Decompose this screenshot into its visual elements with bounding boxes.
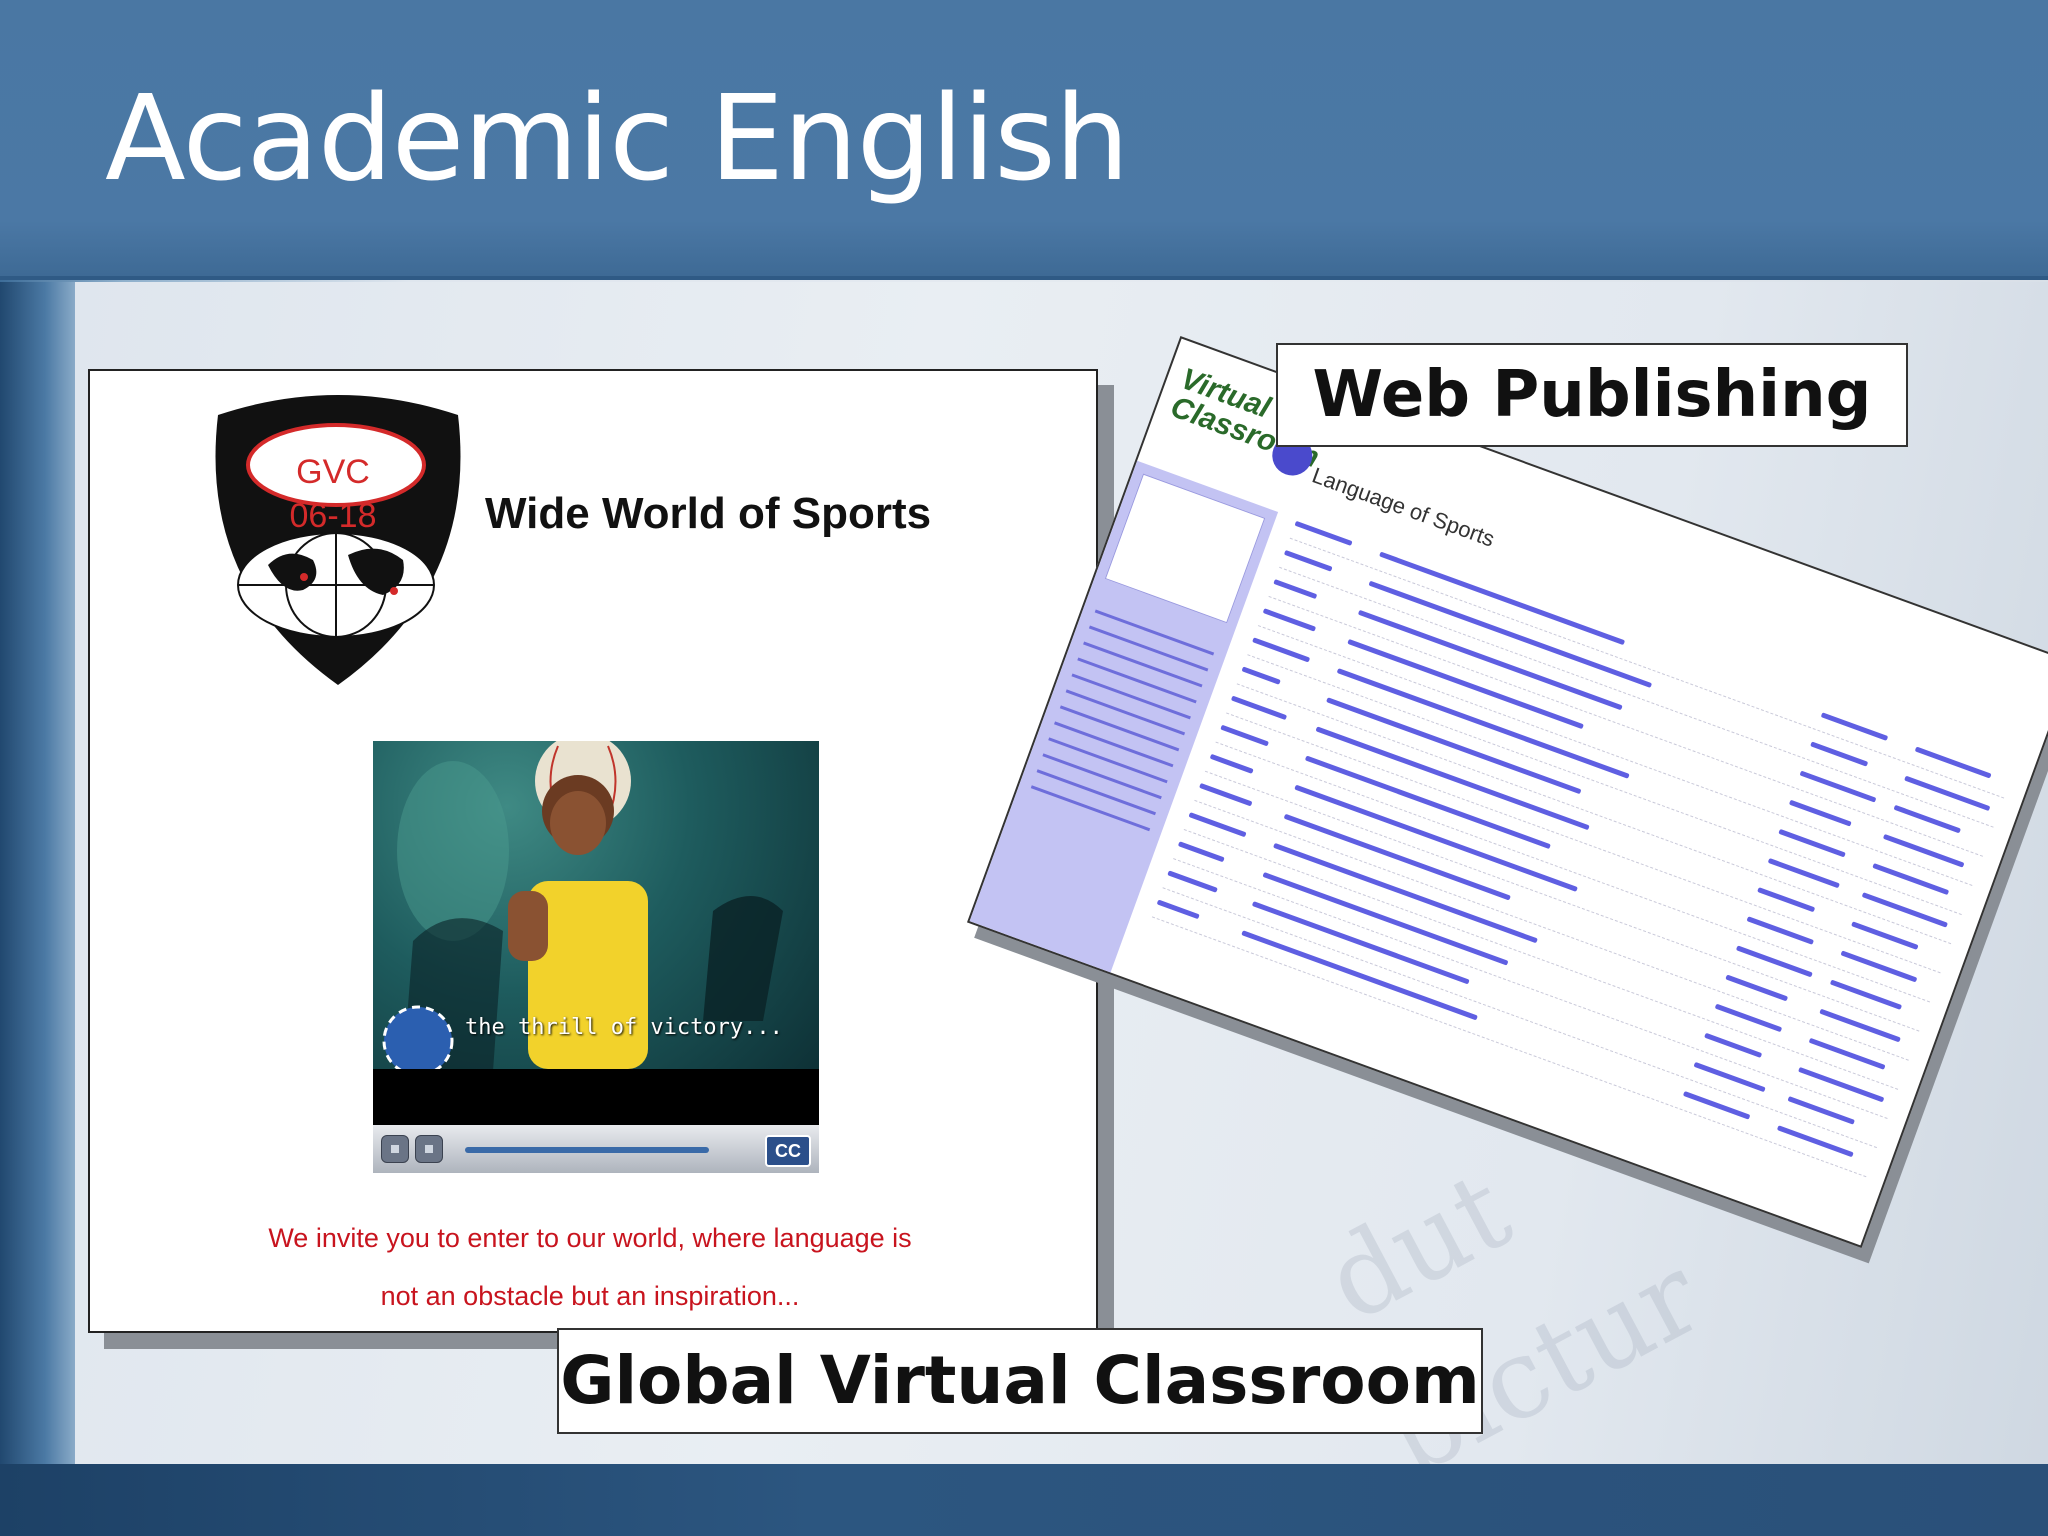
video-frame[interactable]: the thrill of victory... — [373, 741, 819, 1069]
global-virtual-classroom-label: Global Virtual Classroom — [557, 1328, 1483, 1434]
gvc-badge-text: GVC 06-18 — [289, 453, 377, 535]
video-player[interactable]: the thrill of victory... CC — [373, 741, 819, 1173]
seek-bar[interactable] — [465, 1147, 709, 1153]
web-publishing-label: Web Publishing — [1276, 343, 1908, 447]
closed-caption-button[interactable]: CC — [765, 1135, 811, 1167]
video-caption: the thrill of victory... — [465, 1015, 783, 1040]
invitation-line-2: not an obstacle but an inspiration... — [380, 1281, 800, 1311]
gvc-heading: Wide World of Sports — [485, 489, 932, 538]
background-watermark: dut — [1305, 1145, 1530, 1347]
video-controls: CC — [373, 1125, 819, 1173]
web-sidebar-search-box[interactable] — [1104, 473, 1266, 624]
header-band: Academic English — [0, 0, 2048, 280]
footer-band — [0, 1464, 2048, 1536]
left-edge-decoration — [0, 282, 75, 1464]
pause-button[interactable] — [381, 1135, 409, 1163]
stop-button[interactable] — [415, 1135, 443, 1163]
invitation-text: We invite you to enter to our world, whe… — [150, 1209, 1030, 1325]
slide-title: Academic English — [105, 69, 1130, 207]
gvc-screenshot: GVC 06-18 Wide World of Sports the thril… — [88, 369, 1098, 1333]
invitation-line-1: We invite you to enter to our world, whe… — [268, 1223, 912, 1253]
gvc-shield-logo: GVC 06-18 — [198, 385, 478, 695]
